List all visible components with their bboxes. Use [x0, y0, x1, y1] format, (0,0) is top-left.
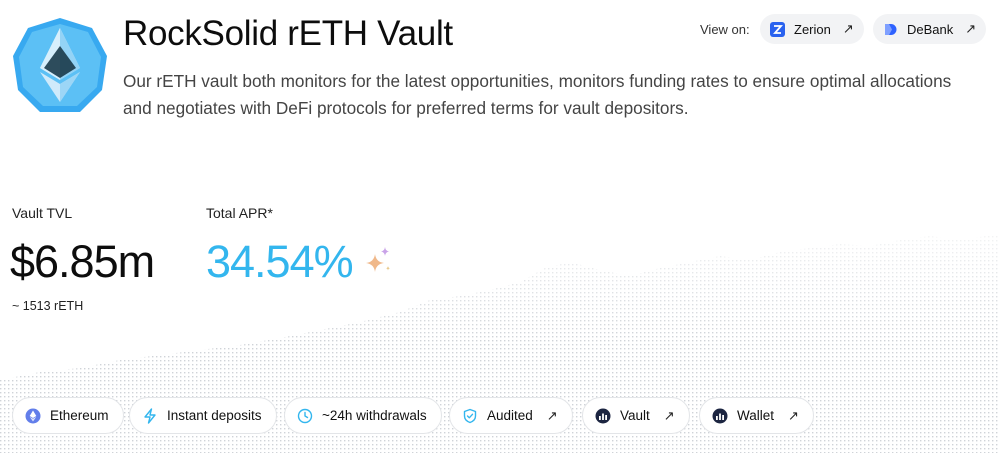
wallet-link-button[interactable]: Wallet ↗ — [699, 397, 814, 434]
feature-label: Instant deposits — [167, 408, 262, 423]
apr-value: 34.54% — [206, 236, 354, 287]
external-arrow-icon: ↗ — [788, 407, 799, 423]
tvl-label: Vault TVL — [12, 205, 73, 221]
zerion-label: Zerion — [794, 21, 831, 37]
feature-ethereum: Ethereum — [12, 397, 124, 434]
vault-description: Our rETH vault both monitors for the lat… — [123, 71, 952, 118]
zerion-icon — [770, 21, 785, 37]
view-on-label: View on: — [700, 22, 750, 37]
feature-withdrawals: ~24h withdrawals — [284, 397, 442, 434]
apr-label: Total APR* — [206, 205, 273, 221]
external-arrow-icon: ↗ — [965, 21, 977, 36]
tvl-value: $6.85m — [10, 236, 155, 287]
feature-label: Wallet — [737, 408, 775, 423]
vault-logo — [13, 18, 107, 112]
feature-label: Vault — [620, 408, 650, 423]
feature-label: Audited — [487, 408, 533, 423]
audited-link-button[interactable]: Audited ↗ — [449, 397, 573, 434]
debank-icon — [883, 22, 898, 37]
clock-icon — [297, 408, 313, 424]
debank-label: DeBank — [907, 21, 954, 37]
feature-label: ~24h withdrawals — [322, 408, 427, 423]
feature-instant-deposits: Instant deposits — [129, 397, 277, 434]
debank-link-button[interactable]: DeBank ↗ — [873, 14, 987, 44]
zerion-link-button[interactable]: Zerion ↗ — [760, 14, 864, 44]
sparkle-icon — [366, 247, 390, 272]
tvl-subvalue: ~ 1513 rETH — [12, 299, 84, 313]
ethereum-icon — [25, 408, 41, 424]
chart-icon — [595, 408, 611, 424]
page-title: RockSolid rETH Vault — [123, 14, 453, 53]
lightning-icon — [142, 407, 158, 424]
external-arrow-icon: ↗ — [546, 407, 558, 423]
vault-link-button[interactable]: Vault ↗ — [582, 397, 690, 434]
external-arrow-icon: ↗ — [663, 407, 675, 423]
shield-check-icon — [462, 408, 478, 424]
chart-icon — [712, 408, 728, 424]
feature-label: Ethereum — [50, 408, 109, 423]
external-arrow-icon: ↗ — [842, 21, 854, 36]
